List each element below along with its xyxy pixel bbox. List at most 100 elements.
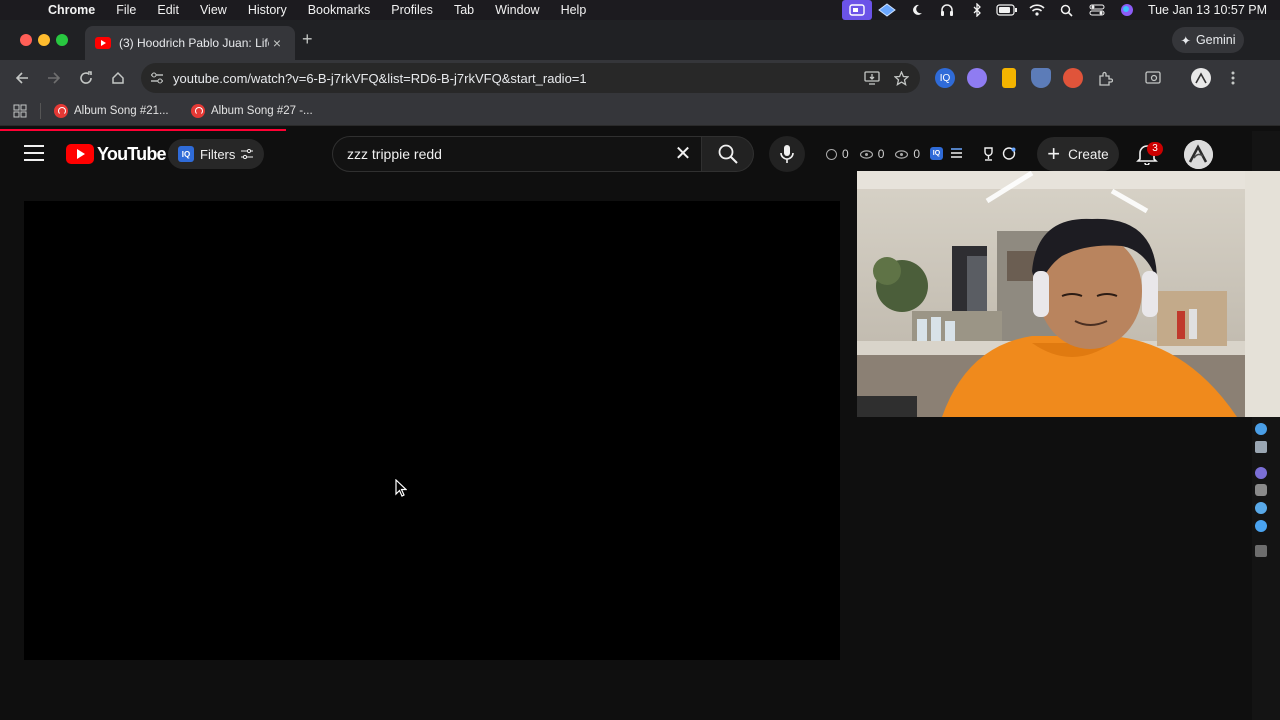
menu-bookmarks[interactable]: Bookmarks [308, 3, 371, 17]
create-label: Create [1068, 146, 1109, 162]
browser-toolbar: youtube.com/watch?v=6-B-j7rkVFQ&list=RD6… [0, 60, 1280, 96]
bookmark-label: Album Song #27 -... [211, 105, 313, 117]
create-button[interactable]: + Create [1037, 137, 1119, 171]
extension-stats: 0 0 0 [826, 147, 920, 161]
chat-bubble-icon[interactable] [1002, 147, 1016, 161]
headphones-icon[interactable] [932, 0, 962, 20]
menu-help[interactable]: Help [561, 3, 587, 17]
browser-tab-strip: (3) Hoodrich Pablo Juan: Life × + ✦ Gemi… [0, 20, 1280, 60]
spotlight-search-icon[interactable] [1052, 0, 1082, 20]
fox-extension-icon[interactable] [1063, 68, 1083, 88]
bookmark-star-icon[interactable] [887, 64, 915, 92]
queue-list-icon[interactable] [950, 147, 963, 159]
iq-extension-icon[interactable]: IQ [935, 68, 955, 88]
bluetooth-icon[interactable] [962, 0, 992, 20]
notification-count-badge: 3 [1147, 142, 1163, 156]
macos-menu-bar: Chrome File Edit View History Bookmarks … [0, 0, 1280, 20]
home-button[interactable] [104, 64, 132, 92]
menu-edit[interactable]: Edit [157, 3, 179, 17]
battery-icon[interactable] [992, 0, 1022, 20]
moon-icon[interactable] [902, 0, 932, 20]
bookmark-label: Album Song #21... [74, 105, 169, 117]
siri-icon[interactable] [1112, 0, 1142, 20]
search-input[interactable]: zzz trippie redd [332, 136, 702, 172]
chrome-menu-icon[interactable] [1219, 64, 1247, 92]
diamond-app-icon[interactable] [872, 0, 902, 20]
wifi-icon[interactable] [1022, 0, 1052, 20]
webcam-video-frame [857, 171, 1280, 417]
youtube-favicon-icon [95, 37, 111, 49]
menu-clock[interactable]: Tue Jan 13 10:57 PM [1148, 3, 1267, 17]
trophy-icon[interactable] [982, 147, 995, 161]
stat-value: 0 [842, 147, 849, 161]
trash-icon[interactable] [1255, 545, 1267, 557]
youtube-wordmark: YouTube [97, 143, 167, 164]
clear-search-icon[interactable]: ✕ [672, 144, 694, 166]
side-extension-icon[interactable] [1255, 520, 1267, 532]
account-avatar[interactable] [1184, 140, 1213, 169]
extensions-puzzle-icon[interactable] [1091, 64, 1119, 92]
menu-app-name[interactable]: Chrome [48, 3, 95, 17]
gemini-label: Gemini [1195, 33, 1236, 47]
youtube-logo[interactable]: YouTube [66, 143, 167, 165]
close-tab-icon[interactable]: × [269, 35, 285, 51]
bookmark-item[interactable]: Album Song #27 -... [191, 102, 313, 120]
menu-profiles[interactable]: Profiles [391, 3, 433, 17]
stat-value: 0 [877, 147, 885, 161]
bookmark-favicon-icon [191, 104, 205, 118]
video-player[interactable] [24, 201, 840, 660]
tab-search-icon[interactable] [1139, 64, 1167, 92]
install-app-icon[interactable] [858, 64, 886, 92]
control-center-icon[interactable] [1082, 0, 1112, 20]
screen-record-icon[interactable] [841, 0, 872, 20]
cloud-extension-icon[interactable] [967, 68, 987, 88]
side-extension-icon[interactable] [1255, 441, 1267, 453]
bookmarks-divider [40, 103, 41, 119]
address-bar[interactable]: youtube.com/watch?v=6-B-j7rkVFQ&list=RD6… [141, 63, 920, 93]
youtube-play-logo-icon [66, 144, 94, 164]
gemini-button[interactable]: ✦ Gemini [1172, 27, 1244, 53]
search-icon [718, 144, 738, 164]
sparkle-icon: ✦ [1180, 33, 1191, 48]
search-query-text: zzz trippie redd [347, 146, 442, 162]
crayon-extension-icon[interactable] [1002, 68, 1016, 88]
apps-grid-icon[interactable] [13, 104, 27, 118]
stat-value: 0 [913, 147, 921, 161]
bookmark-favicon-icon [54, 104, 68, 118]
site-settings-icon[interactable] [141, 72, 173, 84]
search-button[interactable] [702, 136, 754, 172]
plus-icon: + [1047, 141, 1061, 166]
eye-icon [859, 149, 873, 159]
menu-window[interactable]: Window [495, 3, 539, 17]
back-button[interactable] [8, 64, 36, 92]
shield-extension-icon[interactable] [1031, 68, 1051, 88]
filters-label: Filters [200, 146, 236, 162]
iq-badge-icon: IQ [178, 146, 194, 162]
side-extension-icon[interactable] [1255, 423, 1267, 435]
zoom-window-button[interactable] [56, 34, 68, 46]
bookmarks-bar: Album Song #21... Album Song #27 -... [0, 96, 1280, 126]
menu-file[interactable]: File [116, 3, 136, 17]
reload-button[interactable] [72, 64, 100, 92]
profile-avatar-icon[interactable] [1191, 68, 1211, 88]
side-extension-icon[interactable] [1255, 467, 1267, 479]
side-extension-icon[interactable] [1255, 484, 1267, 496]
tab-title: (3) Hoodrich Pablo Juan: Life [119, 36, 269, 50]
filters-button[interactable]: IQ Filters [168, 139, 264, 169]
sliders-icon [241, 149, 254, 159]
close-window-button[interactable] [20, 34, 32, 46]
minimize-window-button[interactable] [38, 34, 50, 46]
iq-header-icon[interactable]: IQ [930, 147, 943, 160]
menu-view[interactable]: View [200, 3, 227, 17]
bookmark-item[interactable]: Album Song #21... [54, 102, 169, 120]
menu-tab[interactable]: Tab [454, 3, 474, 17]
side-extension-icon[interactable] [1255, 502, 1267, 514]
menu-history[interactable]: History [248, 3, 287, 17]
eye-off-icon [895, 149, 909, 159]
active-tab[interactable]: (3) Hoodrich Pablo Juan: Life × [85, 26, 295, 60]
guide-menu-icon[interactable] [24, 145, 44, 161]
voice-search-button[interactable] [769, 136, 805, 172]
forward-button[interactable] [40, 64, 68, 92]
address-bar-url: youtube.com/watch?v=6-B-j7rkVFQ&list=RD6… [173, 70, 587, 86]
new-tab-button[interactable]: + [302, 29, 320, 51]
